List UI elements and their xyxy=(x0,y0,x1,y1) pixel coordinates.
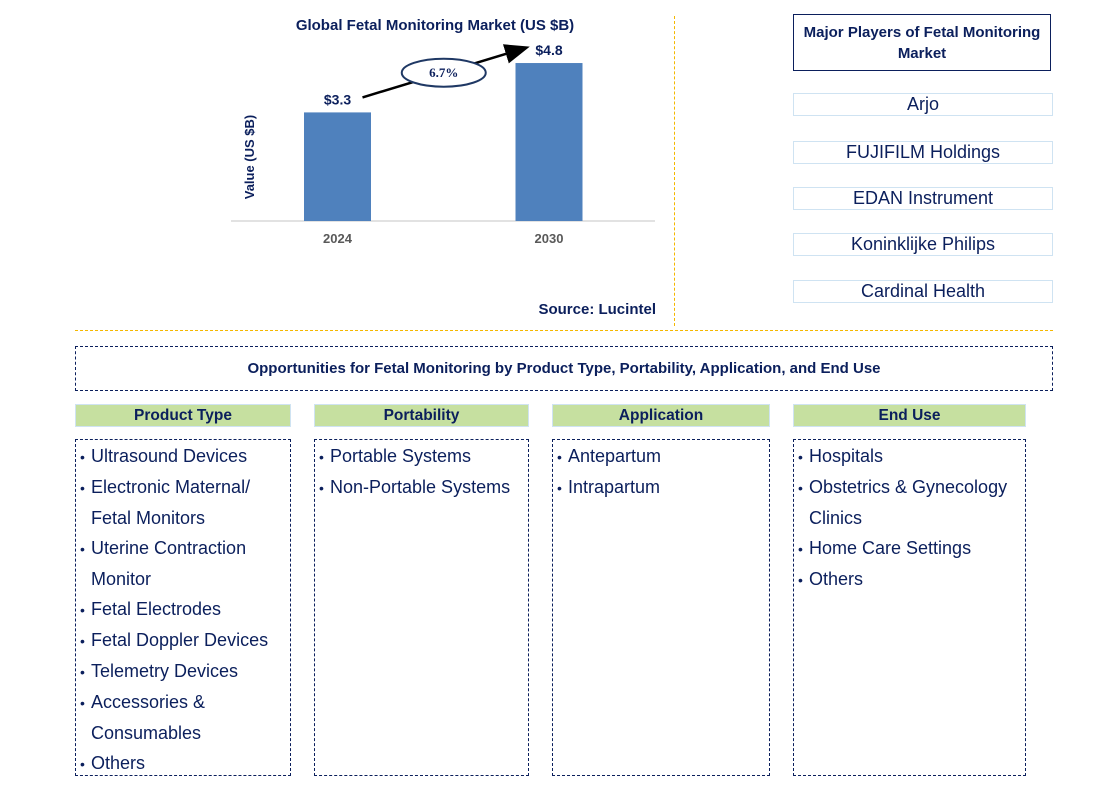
players-title: Major Players of Fetal Monitoring Market xyxy=(793,14,1051,71)
list-item: • Obstetrics & Gynecology Clinics xyxy=(798,472,1023,533)
y-axis-label: Value (US $B) xyxy=(242,115,257,200)
list-item: • Hospitals xyxy=(798,441,1023,472)
list-item-text: Electronic Maternal/ Fetal Monitors xyxy=(91,477,251,528)
bullet-icon: • xyxy=(80,756,85,772)
data-label: $3.3 xyxy=(324,91,351,107)
category-list-portability: • Portable Systems • Non-Portable Systems xyxy=(314,439,529,776)
list-item: • Ultrasound Devices xyxy=(80,441,288,472)
list-item-text: Home Care Settings xyxy=(809,538,972,558)
list-item: • Others xyxy=(798,564,1023,595)
cagr-label: 6.7% xyxy=(429,65,458,80)
player-item: Koninklijke Philips xyxy=(793,233,1053,256)
list-item: • Others xyxy=(80,748,288,779)
category-header-portability: Portability xyxy=(314,404,529,427)
list-item: • Non-Portable Systems xyxy=(319,472,526,503)
bullet-icon: • xyxy=(80,449,85,465)
category-header-end-use: End Use xyxy=(793,404,1026,427)
player-item: EDAN Instrument xyxy=(793,187,1053,210)
list-item: • Intrapartum xyxy=(557,472,767,503)
source-note: Source: Lucintel xyxy=(538,301,656,318)
list-item: • Antepartum xyxy=(557,441,767,472)
bullet-icon: • xyxy=(319,449,324,465)
list-item-text: Telemetry Devices xyxy=(91,661,239,681)
player-item: FUJIFILM Holdings xyxy=(793,141,1053,164)
list-item-text: Portable Systems xyxy=(330,446,472,466)
bullet-icon: • xyxy=(798,449,803,465)
list-item-text: Non-Portable Systems xyxy=(330,477,511,497)
category-header-application: Application xyxy=(552,404,770,427)
bullet-icon: • xyxy=(557,480,562,496)
data-label: $4.8 xyxy=(535,42,562,58)
list-item: • Telemetry Devices xyxy=(80,656,288,687)
list-item-text: Fetal Electrodes xyxy=(91,599,222,619)
list-item: • Portable Systems xyxy=(319,441,526,472)
category-header-product-type: Product Type xyxy=(75,404,291,427)
list-item: • Fetal Electrodes xyxy=(80,594,288,625)
list-item-text: Accessories & Consumables xyxy=(91,692,206,743)
list-item-text: Ultrasound Devices xyxy=(91,446,248,466)
opportunities-title: Opportunities for Fetal Monitoring by Pr… xyxy=(75,346,1053,391)
bullet-icon: • xyxy=(80,480,85,496)
category-list-application: • Antepartum • Intrapartum xyxy=(552,439,770,776)
x-tick-label: 2024 xyxy=(323,231,353,246)
vertical-divider xyxy=(674,16,675,326)
bullet-icon: • xyxy=(319,480,324,496)
list-item: • Accessories & Consumables xyxy=(80,687,288,748)
list-item-text: Others xyxy=(809,569,864,589)
horizontal-divider xyxy=(75,330,1053,331)
list-item-text: Hospitals xyxy=(809,446,884,466)
list-item-text: Intrapartum xyxy=(568,477,661,497)
bullet-icon: • xyxy=(80,602,85,618)
list-item-text: Fetal Doppler Devices xyxy=(91,630,269,650)
list-item: • Fetal Doppler Devices xyxy=(80,625,288,656)
bullet-icon: • xyxy=(80,664,85,680)
x-tick-label: 2030 xyxy=(535,231,564,246)
list-item: • Uterine Contraction Monitor xyxy=(80,533,288,594)
bullet-icon: • xyxy=(80,633,85,649)
bullet-icon: • xyxy=(798,541,803,557)
bullet-icon: • xyxy=(80,695,85,711)
bullet-icon: • xyxy=(798,572,803,588)
player-item: Cardinal Health xyxy=(793,280,1053,303)
player-item: Arjo xyxy=(793,93,1053,116)
list-item: • Home Care Settings xyxy=(798,533,1023,564)
category-list-end-use: • Hospitals • Obstetrics & Gynecology Clini… xyxy=(793,439,1026,776)
list-item-text: Others xyxy=(91,753,146,773)
list-item: • Electronic Maternal/ Fetal Monitors xyxy=(80,472,288,533)
category-list-product-type: • Ultrasound Devices • Electronic Maternal/… xyxy=(75,439,291,776)
list-item-text: Obstetrics & Gynecology Clinics xyxy=(809,477,1008,528)
list-item-text: Uterine Contraction Monitor xyxy=(91,538,247,589)
list-item-text: Antepartum xyxy=(568,446,662,466)
bullet-icon: • xyxy=(798,480,803,496)
bullet-icon: • xyxy=(557,449,562,465)
bar-2030 xyxy=(515,63,583,221)
bar-2024 xyxy=(304,112,371,221)
bar-chart: Value (US $B) $3.3 2024 $4.8 2030 6.7% xyxy=(231,42,655,246)
bullet-icon: • xyxy=(80,541,85,557)
